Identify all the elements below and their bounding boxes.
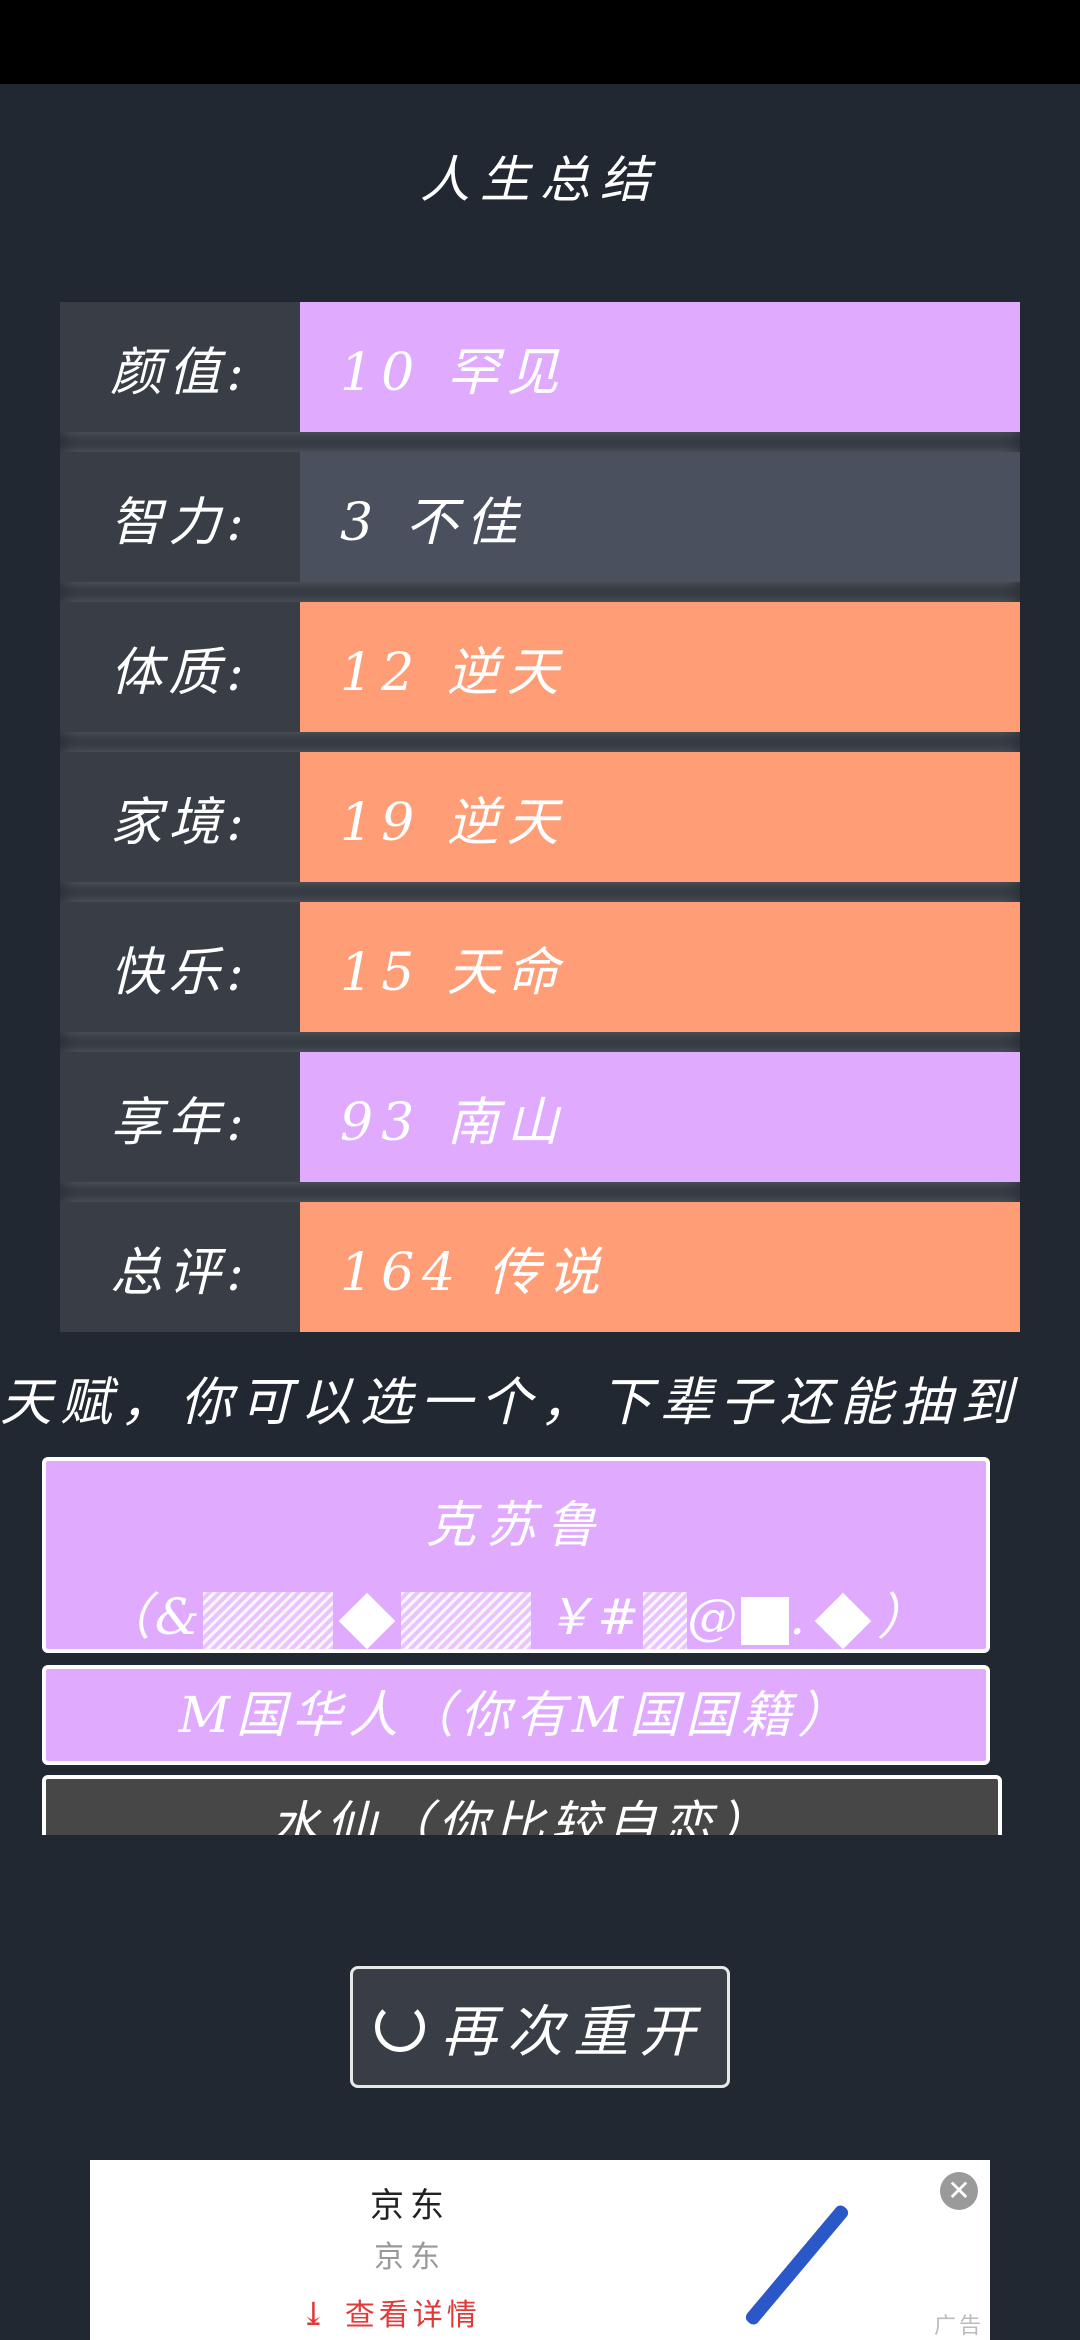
restart-icon	[375, 2002, 425, 2052]
summary-row-appearance: 颜值: 10 罕见	[60, 302, 1020, 432]
row-value: 93 南山	[300, 1052, 1020, 1182]
life-summary: 颜值: 10 罕见 智力: 3 不佳 体质: 12 逆天 家境: 19 逆天 快…	[60, 302, 1020, 1332]
summary-row-family: 家境: 19 逆天	[60, 752, 1020, 882]
glitch-block	[401, 1592, 532, 1650]
glitch-block	[203, 1592, 334, 1650]
row-value: 19 逆天	[300, 752, 1020, 882]
talent-option-narcissus[interactable]: 水仙（你比较自恋）	[42, 1775, 1002, 1835]
glitch-block	[643, 1592, 688, 1650]
talent-list[interactable]: 克苏鲁 （& ￥# @. ） M国华人（你有M国国籍） 水仙（你比较自恋）	[40, 1455, 1050, 1835]
download-arrow-icon: ⤓	[300, 2295, 331, 2333]
talent-option-cthulhu[interactable]: 克苏鲁 （& ￥# @. ）	[42, 1457, 990, 1653]
summary-row-lifespan: 享年: 93 南山	[60, 1052, 1020, 1182]
row-label: 家境:	[60, 752, 300, 882]
row-value: 3 不佳	[300, 452, 1020, 582]
row-value: 15 天命	[300, 902, 1020, 1032]
talent-desc-glitched: （& ￥# @. ）	[46, 1577, 986, 1650]
talent-heading: 天赋，你可以选一个，下辈子还能抽到	[0, 1373, 1021, 1433]
talent-desc-text: .	[789, 1588, 810, 1646]
talent-desc-text: @	[687, 1588, 742, 1646]
ad-title: 京东	[370, 2186, 450, 2226]
restart-label: 再次重开	[441, 1999, 705, 2065]
talent-name: 克苏鲁	[426, 1496, 606, 1554]
talent-label: 水仙（你比较自恋）	[270, 1796, 774, 1835]
glitch-block	[741, 1597, 790, 1645]
talent-desc-text: ）	[877, 1588, 932, 1646]
row-label: 快乐:	[60, 902, 300, 1032]
summary-row-physique: 体质: 12 逆天	[60, 602, 1020, 732]
talent-desc-text: （&	[100, 1588, 204, 1646]
ad-view-details-link[interactable]: ⤓ 查看详情	[300, 2290, 481, 2334]
ad-tag: 广告	[933, 2314, 984, 2339]
row-label: 体质:	[60, 602, 300, 732]
talent-option-m-country[interactable]: M国华人（你有M国国籍）	[42, 1665, 990, 1765]
row-label: 智力:	[60, 452, 300, 582]
row-label: 享年:	[60, 1052, 300, 1182]
ad-banner[interactable]: 京东 京东 ⤓ 查看详情 ✕ 广告	[90, 2160, 990, 2340]
ad-cta-label: 查看详情	[344, 2298, 481, 2333]
row-value: 10 罕见	[300, 302, 1020, 432]
ad-subtitle: 京东	[374, 2240, 446, 2275]
row-label: 总评:	[60, 1202, 300, 1332]
ad-product-image	[743, 2203, 851, 2327]
row-label: 颜值:	[60, 302, 300, 432]
diamond-glyph	[339, 1592, 396, 1650]
talent-label: M国华人（你有M国国籍）	[178, 1686, 854, 1744]
row-value: 164 传说	[300, 1202, 1020, 1332]
status-bar	[0, 0, 1080, 84]
summary-row-intelligence: 智力: 3 不佳	[60, 452, 1020, 582]
page-title: 人生总结	[420, 151, 660, 209]
close-icon[interactable]: ✕	[940, 2172, 978, 2210]
talent-desc-text: ￥#	[543, 1588, 644, 1646]
summary-row-happiness: 快乐: 15 天命	[60, 902, 1020, 1032]
summary-row-overall: 总评: 164 传说	[60, 1202, 1020, 1332]
diamond-glyph	[814, 1592, 872, 1650]
row-value: 12 逆天	[300, 602, 1020, 732]
restart-button[interactable]: 再次重开	[350, 1966, 730, 2088]
